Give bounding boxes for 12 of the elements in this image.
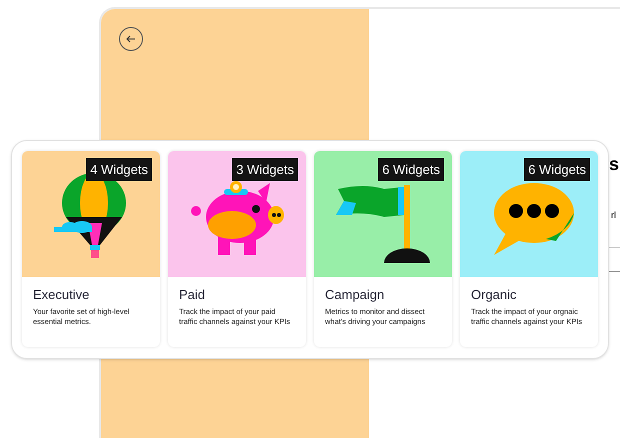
widget-count-badge: 3 Widgets	[232, 158, 298, 181]
page-description: rl	[611, 209, 616, 222]
widget-count-badge: 4 Widgets	[86, 158, 152, 181]
widget-count-badge: 6 Widgets	[378, 158, 444, 181]
back-arrow-icon	[126, 35, 136, 43]
card-title: Paid	[179, 287, 206, 304]
card-title: Organic	[471, 287, 518, 304]
card-title: Campaign	[325, 287, 386, 304]
page-heading: s	[609, 155, 620, 173]
card-title: Executive	[33, 287, 90, 304]
back-button[interactable]	[119, 27, 143, 51]
widget-count-badge: 6 Widgets	[524, 158, 590, 181]
